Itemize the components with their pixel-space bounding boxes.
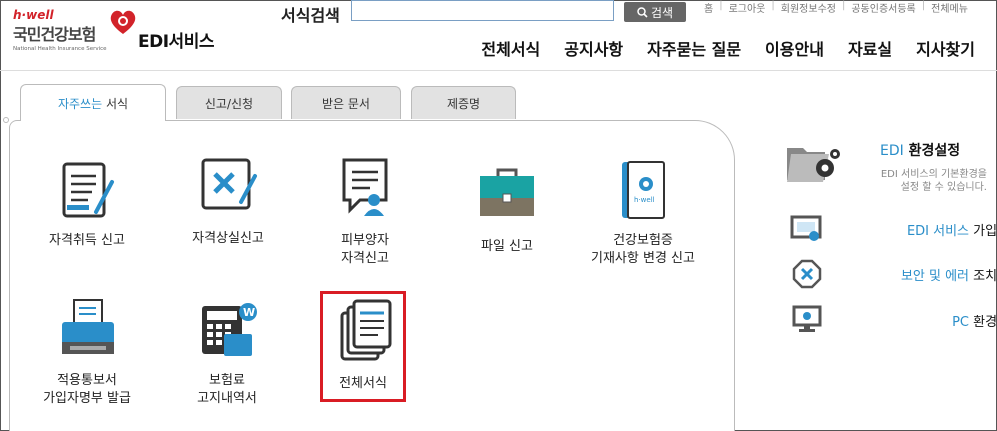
form-label: 자격취득 신고	[49, 233, 125, 248]
side-link-label: PC 환경설정	[952, 314, 997, 330]
form-qualification-acquisition[interactable]: 자격취득 신고	[22, 156, 152, 250]
error-x-icon	[792, 259, 822, 289]
tab-label: 신고/신청	[204, 96, 254, 111]
top-utility-menu: 홈 | 로그아웃 | 회원정보수정 | 공동인증서등록 | 전체메뉴	[698, 0, 974, 15]
search-label: 서식검색	[281, 6, 340, 25]
form-dependent-qualification[interactable]: 피부양자 자격신고	[300, 156, 430, 268]
tab-certificates[interactable]: 제증명	[411, 86, 516, 119]
service-title: EDI서비스	[138, 32, 214, 52]
tab-frequent-forms[interactable]: 자주쓰는 서식	[20, 84, 166, 121]
form-label: 자격상실신고	[192, 231, 264, 246]
header-divider	[0, 70, 997, 71]
search-button-label: 검색	[650, 5, 674, 20]
pc-settings-icon	[792, 305, 822, 332]
folder-gear-icon[interactable]	[785, 140, 841, 186]
selection-highlight-box	[320, 291, 406, 402]
tab-report-request[interactable]: 신고/신청	[176, 86, 282, 119]
side-link-security-error[interactable]: 보안 및 에러 조치방법	[790, 259, 997, 289]
edi-settings-title-blue: EDI	[880, 143, 904, 159]
nav-guide[interactable]: 이용안내	[753, 36, 836, 60]
search-input[interactable]	[351, 0, 614, 21]
form-insurance-card-change[interactable]: h·well 건강보험증 기재사항 변경 신고	[578, 156, 708, 268]
top-menu-profile[interactable]: 회원정보수정	[775, 0, 842, 15]
logo-english-name: National Health Insurance Service	[13, 46, 107, 52]
edi-settings-title[interactable]: EDI 환경설정	[880, 140, 960, 160]
printer-icon	[62, 299, 114, 354]
briefcase-icon	[480, 168, 534, 216]
form-file-report[interactable]: 파일 신고	[442, 162, 572, 256]
edi-settings-title-text: 환경설정	[903, 143, 961, 159]
tab-label: 서식	[102, 96, 129, 111]
side-link-label: EDI 서비스 가입절차	[906, 223, 997, 239]
form-label: 적용통보서 가입자명부 발급	[43, 373, 131, 406]
tab-received-documents[interactable]: 받은 문서	[291, 86, 401, 119]
nhis-logo[interactable]: h·well 국민건강보험 National Health Insurance …	[13, 8, 136, 52]
form-label: 보험료 고지내역서	[197, 373, 257, 406]
form-label: 파일 신고	[481, 239, 533, 254]
top-menu-certificate[interactable]: 공동인증서등록	[845, 0, 921, 15]
form-application-notice[interactable]: 적용통보서 가입자명부 발급	[22, 296, 152, 408]
speech-person-icon	[342, 158, 388, 216]
side-link-pc-settings[interactable]: PC 환경설정	[790, 305, 997, 335]
form-label: 피부양자 자격신고	[341, 233, 389, 266]
top-menu-home[interactable]: 홈	[698, 0, 719, 15]
document-x-icon	[201, 158, 257, 210]
search-icon	[637, 6, 648, 18]
main-navigation: 전체서식 공지사항 자주묻는 질문 이용안내 자료실 지사찾기	[469, 36, 987, 60]
form-premium-notice[interactable]: W 보험료 고지내역서	[162, 296, 292, 408]
nav-library[interactable]: 자료실	[836, 36, 904, 60]
top-menu-all[interactable]: 전체메뉴	[925, 0, 974, 15]
document-pen-icon	[62, 162, 114, 218]
edi-settings-description: EDI 서비스의 기본환경을 설정 할 수 있습니다.	[880, 169, 987, 193]
nav-faq[interactable]: 자주묻는 질문	[635, 36, 753, 60]
top-menu-logout[interactable]: 로그아웃	[723, 0, 772, 15]
form-label: 건강보험증 기재사항 변경 신고	[591, 233, 695, 266]
insurance-card-icon: h·well	[622, 161, 665, 219]
svg-text:h·well: h·well	[634, 196, 655, 204]
panel-corner-dot	[3, 117, 9, 123]
nav-branches[interactable]: 지사찾기	[904, 36, 987, 60]
calculator-icon: W	[202, 303, 257, 356]
nav-notices[interactable]: 공지사항	[552, 36, 635, 60]
nav-all-forms[interactable]: 전체서식	[469, 36, 552, 60]
search-button[interactable]: 검색	[624, 2, 686, 22]
tab-label: 제증명	[446, 96, 481, 111]
monitor-touch-icon	[790, 215, 822, 241]
heart-logo-icon	[110, 10, 136, 34]
side-link-edi-join[interactable]: EDI 서비스 가입절차	[790, 214, 997, 244]
svg-text:W: W	[243, 306, 255, 319]
tab-label: 받은 문서	[322, 96, 370, 111]
form-qualification-loss[interactable]: 자격상실신고	[163, 154, 293, 248]
tab-label-highlight: 자주쓰는	[57, 96, 103, 111]
side-link-label: 보안 및 에러 조치방법	[900, 268, 997, 284]
